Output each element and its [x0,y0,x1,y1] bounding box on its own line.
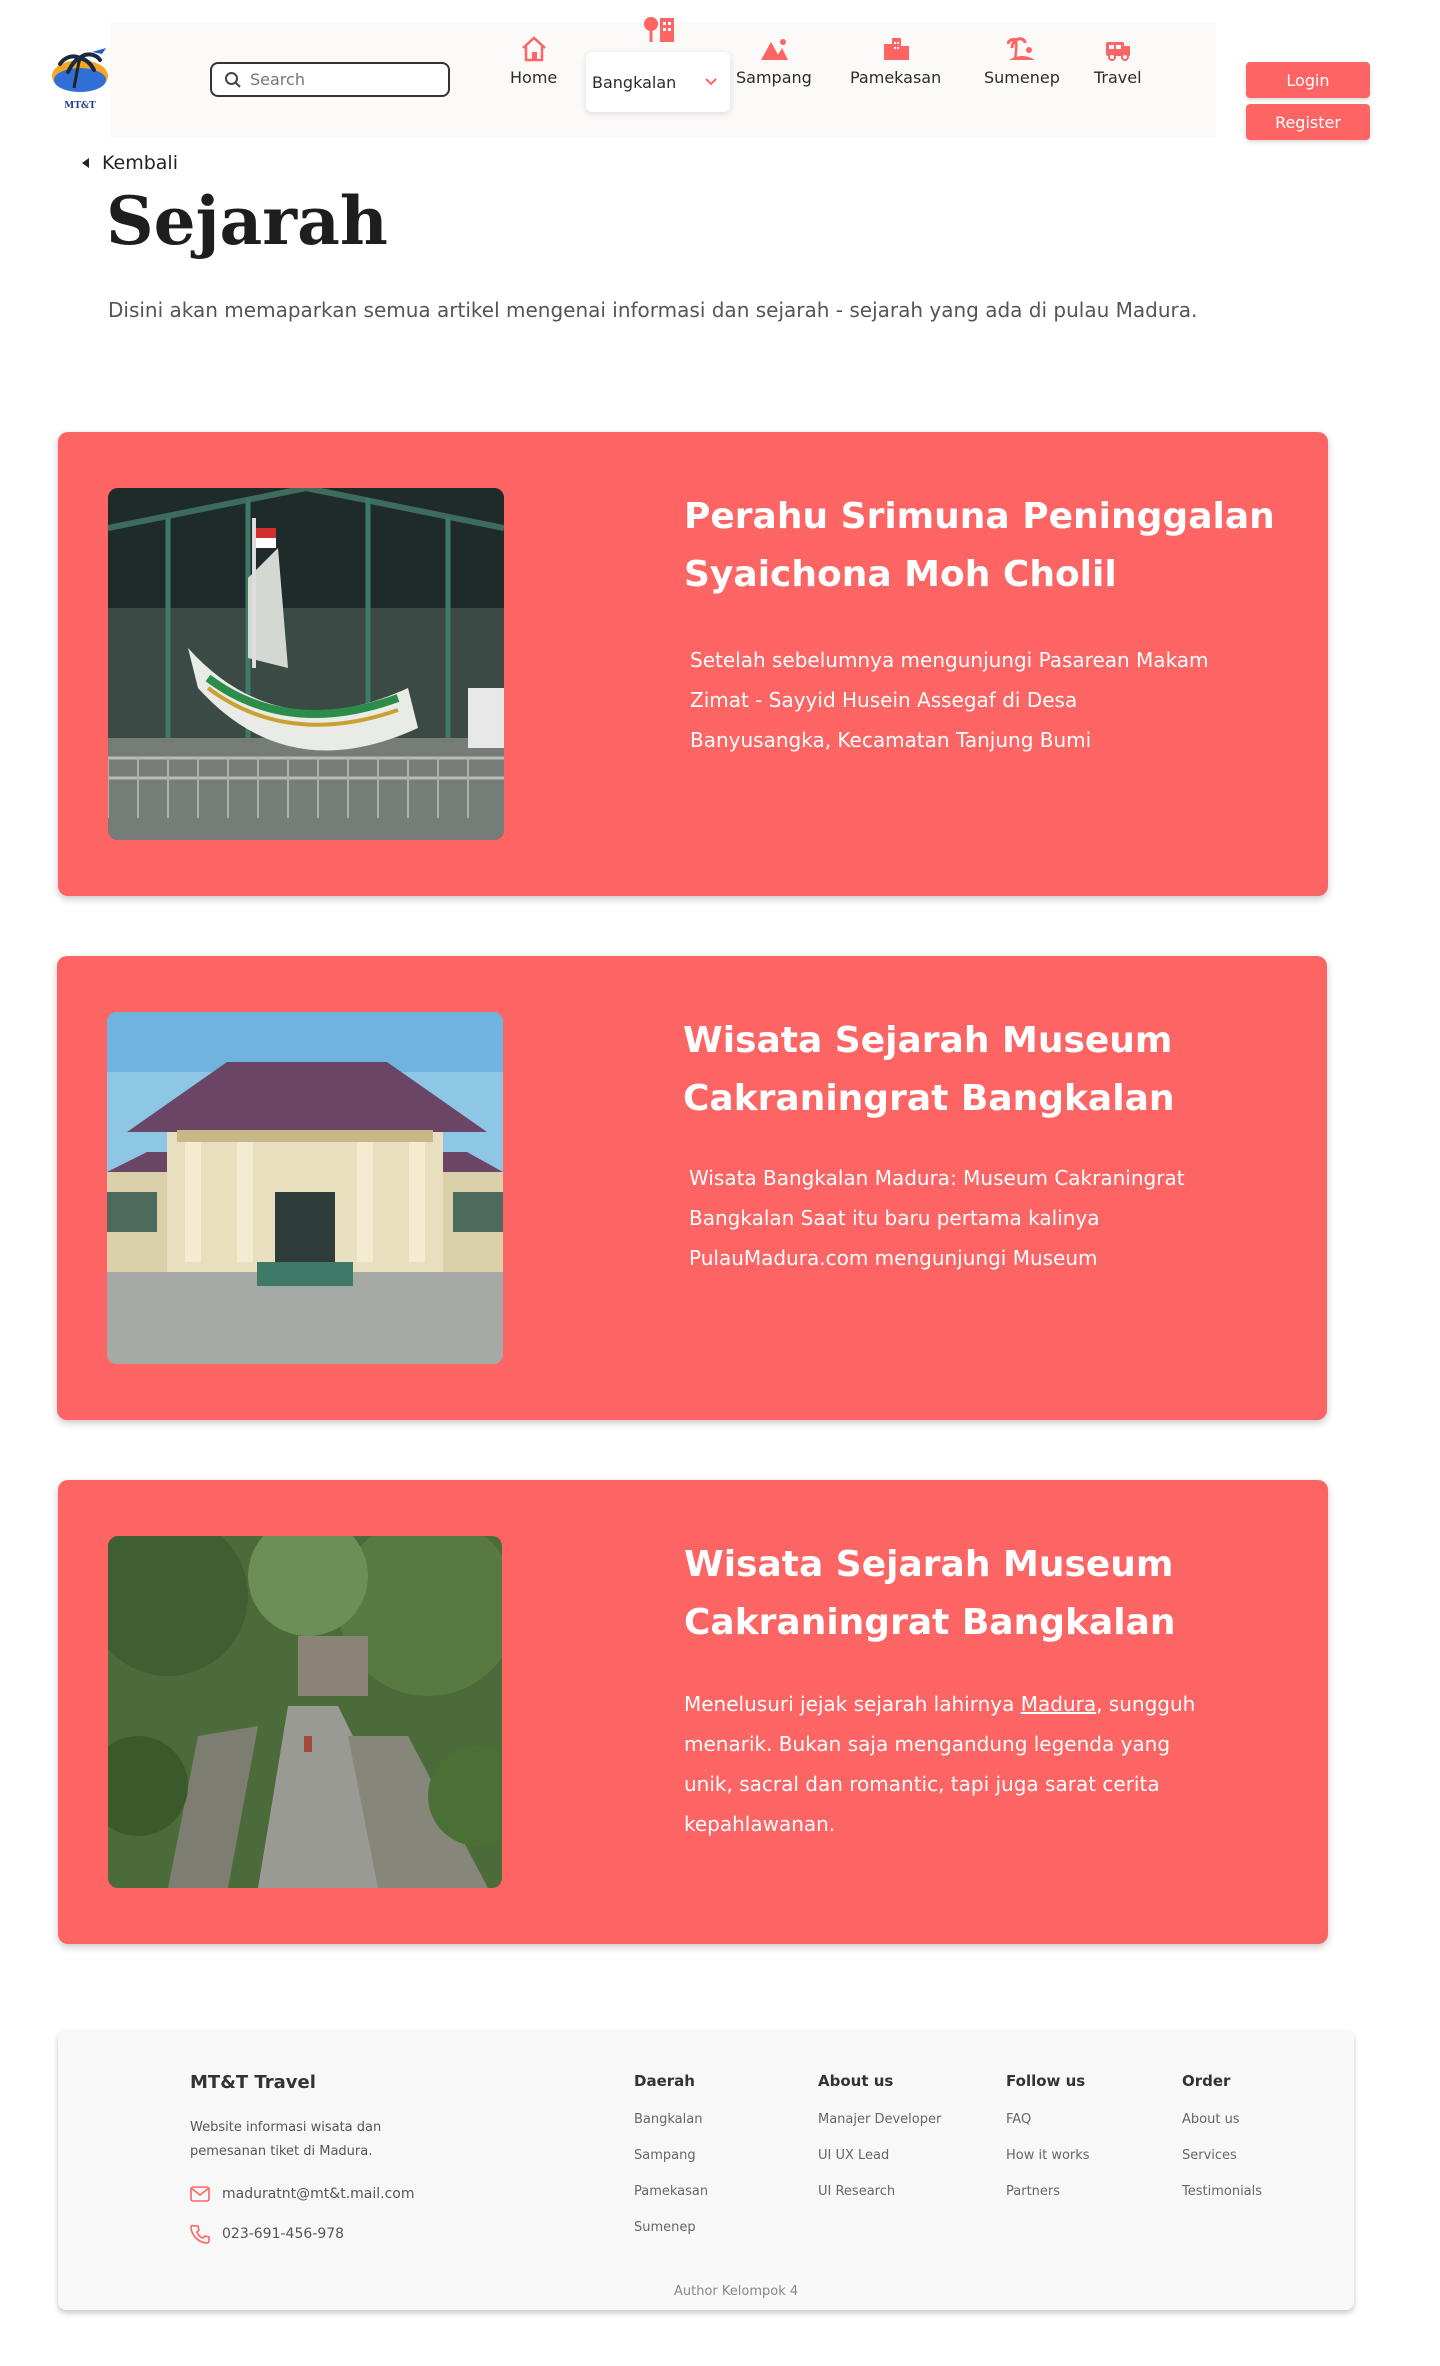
footer-column-about: About us Manajer Developer UI UX Lead UI… [818,2072,941,2220]
footer-column-title: Order [1182,2072,1231,2090]
search-box[interactable] [210,62,450,97]
nav-sampang[interactable]: Sampang [736,34,812,87]
city-icon [883,38,909,60]
article-title[interactable]: Wisata Sejarah Museum Cakraningrat Bangk… [683,1012,1283,1128]
footer-link[interactable]: About us [1182,2112,1262,2128]
page: MT&T Home Bangkalan Sampang Pamekasan Su… [0,0,1440,2366]
article-title[interactable]: Perahu Srimuna Peninggalan Syaichona Moh… [684,488,1284,604]
nav-travel-label: Travel [1094,68,1142,87]
article-card[interactable]: Wisata Sejarah Museum Cakraningrat Bangk… [58,1480,1328,1944]
mountain-icon [760,39,788,60]
footer-link[interactable]: Testimonials [1182,2184,1262,2200]
home-icon [521,36,546,62]
footer: MT&T Travel Website informasi wisata dan… [58,2030,1354,2310]
footer-phone[interactable]: 023-691-456-978 [190,2224,344,2244]
madura-link[interactable]: Madura [1021,1692,1096,1716]
footer-link[interactable]: Partners [1006,2184,1090,2200]
search-input[interactable] [250,70,430,89]
page-description: Disini akan memaparkan semua artikel men… [108,298,1198,322]
nav-sampang-label: Sampang [736,68,812,87]
beach-icon [1006,37,1035,61]
back-label: Kembali [102,152,178,174]
footer-column-title: About us [818,2072,894,2090]
nav-pamekasan-label: Pamekasan [850,68,942,87]
footer-brand: MT&T Travel [190,2072,316,2093]
article-image-path [108,1536,502,1888]
footer-link[interactable]: Services [1182,2148,1262,2164]
mail-icon [190,2186,210,2202]
footer-link[interactable]: Manajer Developer [818,2112,941,2128]
footer-link[interactable]: Pamekasan [634,2184,708,2200]
footer-column-follow: Follow us FAQ How it works Partners [1006,2072,1090,2220]
footer-link[interactable]: UI UX Lead [818,2148,941,2164]
footer-email-text: maduratnt@mt&t.mail.com [222,2186,415,2202]
nav-sumenep-label: Sumenep [984,68,1060,87]
page-title: Sejarah [106,182,388,260]
nav-pamekasan[interactable]: Pamekasan [850,34,941,87]
back-link[interactable]: Kembali [82,152,178,174]
footer-author-text: Author Kelompok 4 [674,2284,799,2299]
mtt-logo[interactable]: MT&T [44,40,114,112]
excerpt-text: Menelusuri jejak sejarah lahirnya [684,1692,1021,1716]
tree-building-icon [644,17,674,42]
register-button[interactable]: Register [1246,104,1370,140]
footer-link[interactable]: UI Research [818,2184,941,2200]
footer-link[interactable]: Sampang [634,2148,708,2164]
article-excerpt: Menelusuri jejak sejarah lahirnya Madura… [684,1684,1204,1844]
footer-column-order: Order About us Services Testimonials [1182,2072,1262,2220]
search-icon [225,71,241,88]
footer-link[interactable]: Bangkalan [634,2112,708,2128]
article-title[interactable]: Wisata Sejarah Museum Cakraningrat Bangk… [684,1536,1284,1652]
navbar: Home Bangkalan Sampang Pamekasan Sumenep… [110,17,1216,138]
article-excerpt: Wisata Bangkalan Madura: Museum Cakranin… [689,1166,1185,1270]
nav-sumenep[interactable]: Sumenep [984,34,1060,87]
bus-icon [1105,42,1130,61]
nav-bangkalan[interactable]: Bangkalan [586,52,730,112]
nav-home-label: Home [510,68,558,87]
footer-tagline: Website informasi wisata dan pemesanan t… [190,2120,382,2159]
footer-phone-text: 023-691-456-978 [222,2226,345,2242]
article-excerpt: Setelah sebelumnya mengunjungi Pasarean … [690,648,1209,752]
nav-home[interactable]: Home [510,34,557,87]
chevron-down-icon [705,78,717,86]
article-image-boat [108,488,504,840]
phone-icon [190,2224,210,2244]
login-button[interactable]: Login [1246,62,1370,98]
footer-column-daerah: Daerah Bangkalan Sampang Pamekasan Sumen… [634,2072,708,2256]
footer-email[interactable]: maduratnt@mt&t.mail.com [190,2186,415,2202]
footer-column-title: Daerah [634,2072,695,2090]
nav-bangkalan-label: Bangkalan [592,72,677,92]
article-image-museum [107,1012,503,1364]
footer-link[interactable]: How it works [1006,2148,1090,2164]
footer-link[interactable]: Sumenep [634,2220,708,2236]
article-card[interactable]: Wisata Sejarah Museum Cakraningrat Bangk… [57,956,1327,1420]
caret-left-icon [82,158,89,168]
nav-travel[interactable]: Travel [1094,34,1142,87]
footer-column-title: Follow us [1006,2072,1086,2090]
svg-text:MT&T: MT&T [64,101,96,111]
footer-link[interactable]: FAQ [1006,2112,1090,2128]
article-card[interactable]: Perahu Srimuna Peninggalan Syaichona Moh… [58,432,1328,896]
